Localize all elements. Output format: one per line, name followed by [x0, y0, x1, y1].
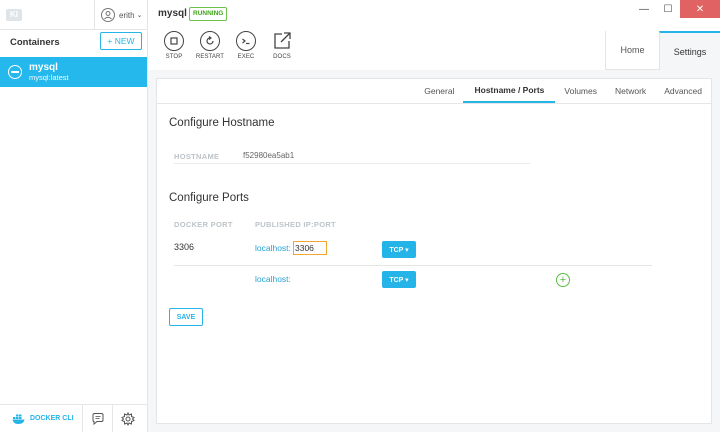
tab-hostname-ports[interactable]: Hostname / Ports	[463, 79, 556, 103]
container-image: mysql:latest	[29, 73, 69, 82]
protocol-select[interactable]: TCP ▾	[382, 241, 416, 258]
docker-whale-icon	[12, 414, 25, 424]
view-tabs: Home Settings	[605, 31, 720, 70]
restart-icon	[206, 36, 214, 45]
external-link-icon	[272, 31, 292, 51]
kitematic-logo: KI	[6, 7, 28, 23]
tab-network[interactable]: Network	[606, 79, 655, 103]
sidebar-bottom: DOCKER CLI	[0, 404, 147, 432]
tab-volumes[interactable]: Volumes	[555, 79, 606, 103]
docker-cli-label: DOCKER CLI	[30, 415, 74, 422]
new-protocol-select[interactable]: TCP ▾	[382, 271, 416, 288]
settings-panel: General Hostname / Ports Volumes Network…	[156, 78, 712, 424]
hostname-underline	[174, 163, 530, 164]
hostname-input[interactable]: f52980ea5ab1	[243, 151, 294, 160]
settings-tabs: General Hostname / Ports Volumes Network…	[415, 79, 711, 103]
maximize-button[interactable]: ☐	[656, 0, 680, 18]
tab-divider	[157, 103, 711, 104]
user-menu[interactable]: erith ⌄	[94, 0, 148, 30]
user-name: erith	[119, 10, 135, 20]
tab-general[interactable]: General	[415, 79, 463, 103]
chat-bubble-icon	[92, 412, 103, 425]
containers-title: Containers	[10, 36, 60, 48]
container-name: mysql	[29, 62, 58, 73]
container-actions: STOP RESTART EXEC DOCS	[156, 31, 300, 60]
sidebar: KI erith ⌄ Containers + NEW mysql mysql:…	[0, 0, 148, 432]
docker-port-value: 3306	[174, 242, 195, 252]
add-port-icon[interactable]: +	[556, 273, 570, 287]
window-controls: — ☐ ✕	[632, 0, 720, 18]
container-icon	[8, 65, 22, 79]
chevron-down-icon: ⌄	[136, 12, 143, 19]
tab-home[interactable]: Home	[605, 31, 659, 70]
docker-cli-button[interactable]: DOCKER CLI	[12, 413, 82, 425]
gear-icon	[120, 411, 135, 426]
ports-heading: Configure Ports	[169, 192, 249, 204]
hostname-label: HOSTNAME	[174, 152, 220, 161]
containers-header: Containers + NEW	[0, 30, 147, 54]
tab-settings[interactable]: Settings	[659, 31, 720, 70]
feedback-button[interactable]	[82, 404, 112, 432]
hostname-heading: Configure Hostname	[169, 117, 275, 129]
container-item-mysql[interactable]: mysql mysql:latest	[0, 57, 147, 87]
published-port-input[interactable]: 3306	[293, 241, 327, 255]
stop-button[interactable]: STOP	[156, 31, 192, 60]
main-area: General Hostname / Ports Volumes Network…	[148, 70, 720, 432]
container-toolbar: mysql RUNNING STOP RESTART EXEC DOCS — ☐…	[148, 0, 720, 70]
stop-icon	[170, 37, 178, 45]
minimize-button[interactable]: —	[632, 0, 656, 18]
docker-port-header: DOCKER PORT	[174, 220, 233, 229]
terminal-icon	[242, 38, 250, 45]
published-host: localhost:	[255, 243, 291, 253]
restart-button[interactable]: RESTART	[192, 31, 228, 60]
close-button[interactable]: ✕	[680, 0, 720, 18]
docs-button[interactable]: DOCS	[264, 31, 300, 60]
status-badge: RUNNING	[189, 7, 228, 21]
tab-advanced[interactable]: Advanced	[655, 79, 711, 103]
exec-button[interactable]: EXEC	[228, 31, 264, 60]
new-container-button[interactable]: + NEW	[100, 32, 142, 50]
user-icon	[101, 8, 115, 22]
new-published-host[interactable]: localhost:	[255, 274, 291, 284]
published-port-header: PUBLISHED IP:PORT	[255, 220, 336, 229]
container-title: mysql	[158, 8, 187, 19]
preferences-button[interactable]	[112, 404, 142, 432]
save-button[interactable]: SAVE	[169, 308, 203, 326]
port-row-divider	[174, 265, 652, 266]
